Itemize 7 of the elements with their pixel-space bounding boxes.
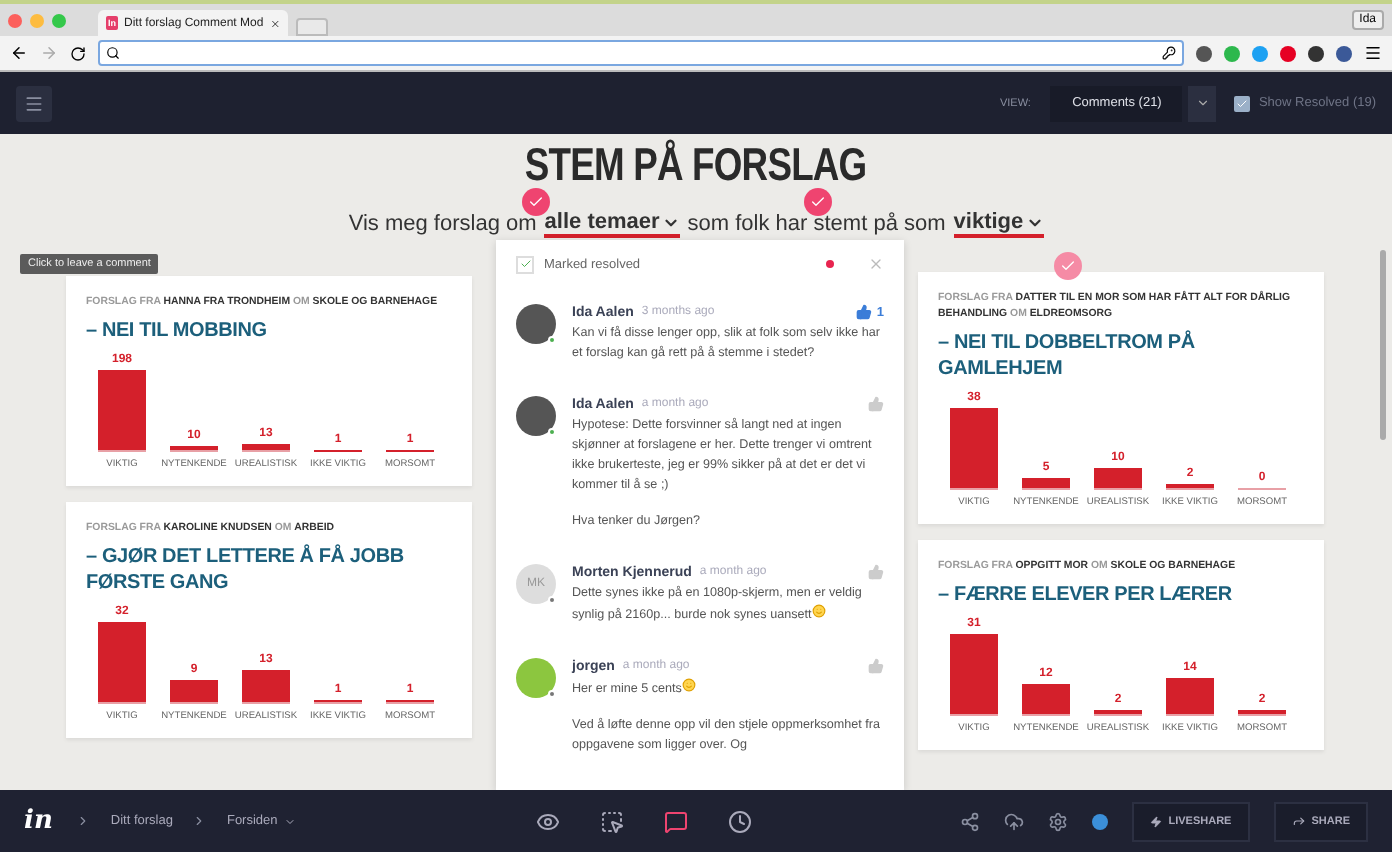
card-title: – GJØR DET LETTERE Å FÅ JOBB FØRSTE GANG <box>86 544 406 597</box>
filter-text: Vis meg forslag om <box>348 212 537 237</box>
card-title: – FÆRRE ELEVER PER LÆRER <box>938 582 1234 609</box>
card-title: – NEI TIL MOBBING <box>86 318 269 345</box>
filter-text: som folk har stemt på som <box>687 212 946 237</box>
page-title: STEM PÅ FORSLAG <box>525 142 867 188</box>
card-title: – NEI TIL DOBBELTROM PÅ GAMLEHJEM <box>938 330 1197 383</box>
